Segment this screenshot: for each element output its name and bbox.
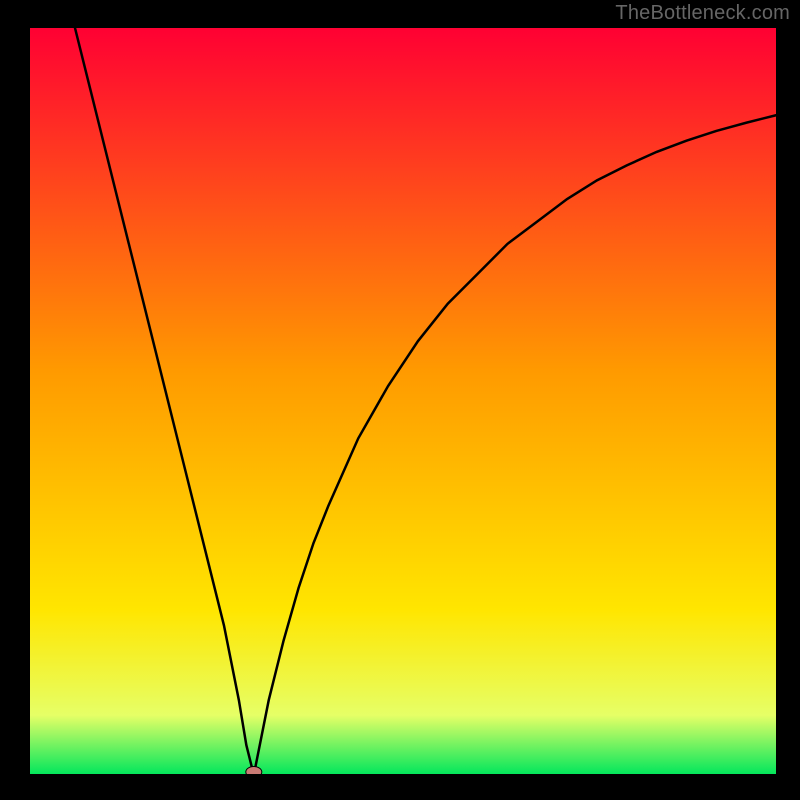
chart-svg (0, 0, 800, 800)
plot-background (30, 27, 776, 775)
chart-frame: TheBottleneck.com (0, 0, 800, 800)
watermark-text: TheBottleneck.com (615, 2, 790, 25)
